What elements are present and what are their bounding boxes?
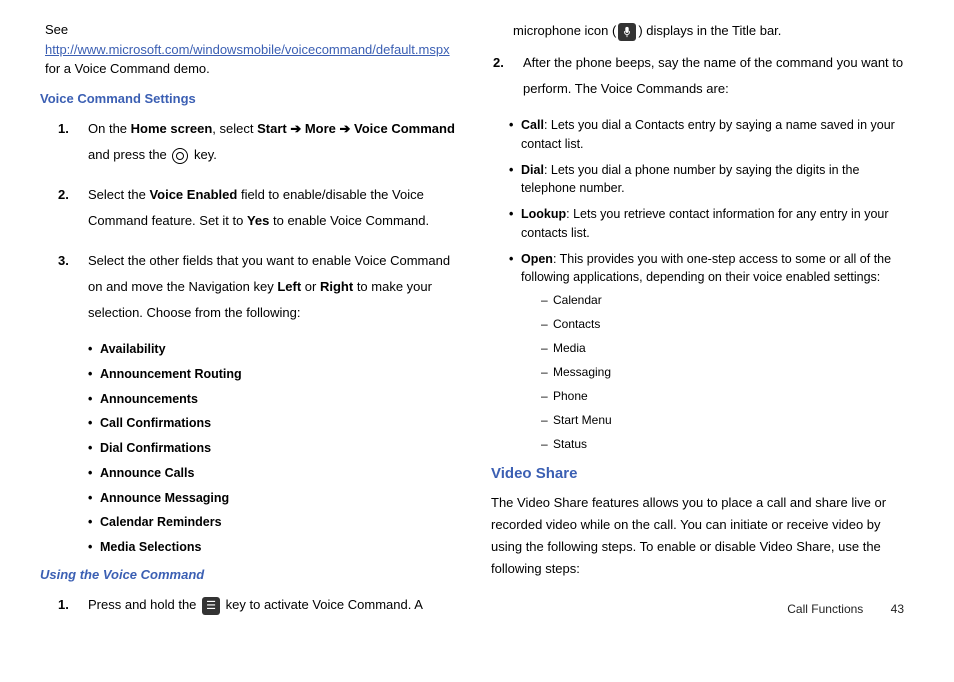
option-item: Calendar Reminders	[100, 513, 463, 532]
using-step-2: 2. After the phone beeps, say the name o…	[523, 50, 914, 102]
cmd-name: Call	[521, 118, 544, 132]
using-steps-cont: 2. After the phone beeps, say the name o…	[491, 50, 914, 102]
microphone-icon	[618, 23, 636, 41]
page-number: 43	[891, 602, 904, 616]
cmd-name: Open	[521, 252, 553, 266]
settings-step-1: 1. On the Home screen, select Start ➔ Mo…	[88, 116, 463, 168]
text: ) displays in the Title bar.	[638, 23, 781, 38]
right-column: microphone icon ( ) displays in the Title…	[491, 20, 914, 632]
left-column: See http://www.microsoft.com/windowsmobi…	[40, 20, 463, 632]
text: After the phone beeps, say the name of t…	[523, 55, 903, 96]
option-item: Availability	[100, 340, 463, 359]
video-share-para: The Video Share features allows you to p…	[491, 492, 914, 580]
app-item: Status	[541, 435, 914, 453]
step-number: 1.	[58, 116, 69, 142]
cmd-open: Open: This provides you with one-step ac…	[509, 250, 914, 454]
app-item: Messaging	[541, 363, 914, 381]
text-bold: Voice Enabled	[149, 187, 237, 202]
text: and press the	[88, 147, 170, 162]
using-step-1: 1. Press and hold the ☰ key to activate …	[88, 592, 463, 618]
settings-options-list: Availability Announcement Routing Announ…	[40, 340, 463, 557]
using-steps: 1. Press and hold the ☰ key to activate …	[40, 592, 463, 618]
app-item: Phone	[541, 387, 914, 405]
step-number: 3.	[58, 248, 69, 274]
text-bold: Home screen	[131, 121, 213, 136]
text: microphone icon (	[513, 23, 616, 38]
text: Select the	[88, 187, 149, 202]
cmd-desc: : Lets you dial a phone number by saying…	[521, 163, 859, 196]
cmd-name: Lookup	[521, 207, 566, 221]
option-item: Call Confirmations	[100, 414, 463, 433]
step-number: 1.	[58, 592, 69, 618]
cmd-name: Dial	[521, 163, 544, 177]
demo-link[interactable]: http://www.microsoft.com/windowsmobile/v…	[45, 42, 450, 57]
option-item: Dial Confirmations	[100, 439, 463, 458]
intro-suffix: for a Voice Command demo.	[45, 61, 210, 76]
cmd-lookup: Lookup: Lets you retrieve contact inform…	[509, 205, 914, 243]
open-apps-list: Calendar Contacts Media Messaging Phone …	[521, 291, 914, 453]
option-item: Announcements	[100, 390, 463, 409]
footer-section: Call Functions	[787, 602, 863, 616]
voice-key-icon: ☰	[202, 597, 220, 615]
app-item: Contacts	[541, 315, 914, 333]
intro-para: See http://www.microsoft.com/windowsmobi…	[40, 20, 463, 79]
settings-step-2: 2. Select the Voice Enabled field to ena…	[88, 182, 463, 234]
cmd-dial: Dial: Lets you dial a phone number by sa…	[509, 161, 914, 199]
cmd-call: Call: Lets you dial a Contacts entry by …	[509, 116, 914, 154]
app-item: Media	[541, 339, 914, 357]
text-bold: Left	[277, 279, 301, 294]
settings-step-3: 3. Select the other fields that you want…	[88, 248, 463, 326]
cmd-desc: : Lets you retrieve contact information …	[521, 207, 889, 240]
heading-using-voice-command: Using the Voice Command	[40, 565, 463, 585]
text-bold: Start ➔ More ➔ Voice Command	[257, 121, 455, 136]
text: to enable Voice Command.	[269, 213, 429, 228]
cmd-desc: : This provides you with one-step access…	[521, 252, 891, 285]
cmd-desc: : Lets you dial a Contacts entry by sayi…	[521, 118, 895, 151]
text: or	[301, 279, 320, 294]
option-item: Announce Messaging	[100, 489, 463, 508]
text: On the	[88, 121, 131, 136]
heading-voice-command-settings: Voice Command Settings	[40, 89, 463, 109]
page-columns: See http://www.microsoft.com/windowsmobi…	[0, 0, 954, 682]
heading-video-share: Video Share	[491, 463, 914, 486]
ok-key-icon	[172, 148, 188, 164]
app-item: Calendar	[541, 291, 914, 309]
step-number: 2.	[493, 50, 504, 76]
step-number: 2.	[58, 182, 69, 208]
text-bold: Right	[320, 279, 353, 294]
option-item: Announcement Routing	[100, 365, 463, 384]
text: key to activate Voice Command. A	[222, 597, 423, 612]
option-item: Media Selections	[100, 538, 463, 557]
settings-steps: 1. On the Home screen, select Start ➔ Mo…	[40, 116, 463, 326]
page-footer: Call Functions 43	[787, 600, 904, 618]
text: key.	[190, 147, 217, 162]
app-item: Start Menu	[541, 411, 914, 429]
text-bold: Yes	[247, 213, 269, 228]
continuation-para: microphone icon ( ) displays in the Title…	[491, 20, 914, 42]
text: Press and hold the	[88, 597, 200, 612]
voice-commands-list: Call: Lets you dial a Contacts entry by …	[491, 116, 914, 453]
option-item: Announce Calls	[100, 464, 463, 483]
text: , select	[212, 121, 257, 136]
intro-prefix: See	[45, 22, 68, 37]
